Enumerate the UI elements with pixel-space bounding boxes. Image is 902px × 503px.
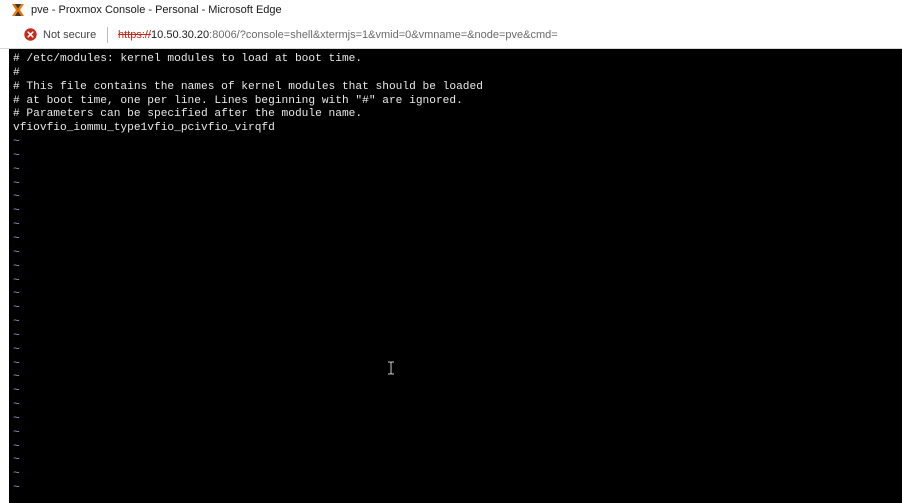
empty-line-marker: ~ <box>13 316 20 329</box>
empty-line-marker: ~ <box>13 246 20 259</box>
empty-line-marker: ~ <box>13 288 20 301</box>
file-line: # This file contains the names of kernel… <box>13 80 483 93</box>
empty-line-marker: ~ <box>13 136 20 149</box>
empty-line-marker: ~ <box>13 260 20 273</box>
address-bar: Not secure https://10.50.30.20:8006/?con… <box>0 22 902 49</box>
terminal-console[interactable]: # /etc/modules: kernel modules to load a… <box>9 49 902 503</box>
empty-line-marker: ~ <box>13 232 20 245</box>
empty-line-marker: ~ <box>13 371 20 384</box>
file-line: # <box>13 66 20 79</box>
empty-line-marker: ~ <box>13 468 20 481</box>
empty-line-marker: ~ <box>13 412 20 425</box>
empty-line-marker: ~ <box>13 219 20 232</box>
empty-line-marker: ~ <box>13 177 20 190</box>
browser-window: pve - Proxmox Console - Personal - Micro… <box>0 0 902 503</box>
url-field[interactable]: https://10.50.30.20:8006/?console=shell&… <box>118 29 558 41</box>
empty-line-marker: ~ <box>13 399 20 412</box>
terminal-text: # /etc/modules: kernel modules to load a… <box>13 53 483 496</box>
empty-line-marker: ~ <box>13 343 20 356</box>
empty-line-marker: ~ <box>13 191 20 204</box>
address-separator <box>107 27 108 43</box>
empty-line-marker: ~ <box>13 482 20 495</box>
file-line: # Parameters can be specified after the … <box>13 108 363 121</box>
window-title: pve - Proxmox Console - Personal - Micro… <box>31 4 282 16</box>
url-host: 10.50.30.20 <box>151 29 210 41</box>
title-bar[interactable]: pve - Proxmox Console - Personal - Micro… <box>0 0 902 22</box>
empty-line-marker: ~ <box>13 426 20 439</box>
empty-line-marker: ~ <box>13 163 20 176</box>
not-secure-icon[interactable] <box>24 28 37 41</box>
url-scheme: https:// <box>118 29 152 41</box>
empty-line-marker: ~ <box>13 454 20 467</box>
empty-line-marker: ~ <box>13 149 20 162</box>
url-path: :8006/?console=shell&xtermjs=1&vmid=0&vm… <box>209 29 558 41</box>
empty-line-marker: ~ <box>13 274 20 287</box>
proxmox-logo-icon <box>11 3 25 17</box>
text-cursor-icon <box>387 361 395 375</box>
empty-line-marker: ~ <box>13 302 20 315</box>
empty-line-marker: ~ <box>13 205 20 218</box>
empty-line-marker: ~ <box>13 357 20 370</box>
empty-line-marker: ~ <box>13 329 20 342</box>
file-line: vfiovfio_iommu_type1vfio_pcivfio_virqfd <box>13 122 275 135</box>
empty-line-marker: ~ <box>13 385 20 398</box>
security-status-label[interactable]: Not secure <box>43 29 96 41</box>
file-line: # at boot time, one per line. Lines begi… <box>13 94 463 107</box>
empty-line-marker: ~ <box>13 440 20 453</box>
file-line: # /etc/modules: kernel modules to load a… <box>13 53 363 65</box>
